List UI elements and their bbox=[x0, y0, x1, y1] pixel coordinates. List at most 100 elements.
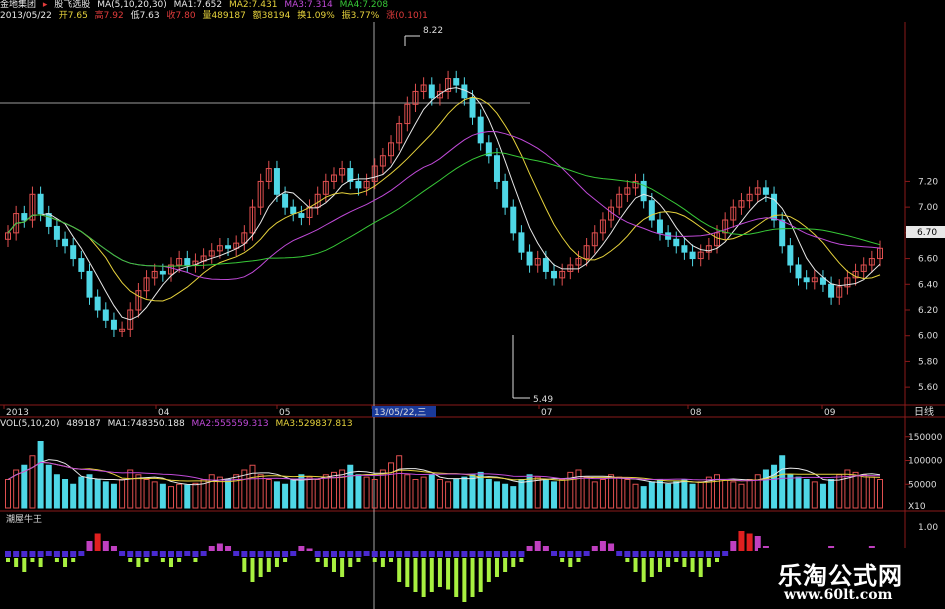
candle-body bbox=[102, 309, 109, 321]
volume-bar bbox=[127, 469, 134, 509]
indicator-bar-negative-top bbox=[127, 551, 134, 557]
volume-bar bbox=[681, 479, 688, 509]
indicator-bar-negative-top bbox=[445, 551, 452, 557]
volume-bar bbox=[860, 474, 867, 509]
indicator-bar-negative-top bbox=[379, 551, 386, 557]
volume-value: 489187 bbox=[66, 419, 101, 429]
candle-body bbox=[762, 187, 769, 195]
volume-bar bbox=[730, 481, 737, 509]
indicator-bar-negative-top bbox=[322, 551, 329, 557]
indicator-bar-negative-top bbox=[697, 551, 704, 557]
indicator-bar-negative-top bbox=[167, 551, 174, 557]
candle-body bbox=[225, 245, 232, 249]
volume-ma3: MA3:529837.813 bbox=[275, 419, 353, 429]
indicator-bar-negative bbox=[71, 558, 76, 562]
watermark-title: 乐淘公式网 bbox=[778, 562, 903, 590]
volume-bar bbox=[306, 476, 313, 509]
indicator-name[interactable]: 潮屋牛王 bbox=[6, 515, 42, 526]
candle-body bbox=[110, 319, 117, 330]
volume-tick-label: 150000 bbox=[908, 433, 943, 443]
volume-bar bbox=[485, 479, 492, 509]
time-tick-label: 2013 bbox=[6, 408, 29, 418]
volume-bar bbox=[176, 483, 183, 509]
volume-header: VOL(5,10,20) 489187 MA1:748350.188 MA2:5… bbox=[0, 419, 357, 430]
volume-bar bbox=[273, 481, 280, 509]
candle-body bbox=[86, 270, 93, 298]
candle-body bbox=[477, 116, 484, 144]
volume-bar bbox=[225, 479, 232, 509]
volume-bar bbox=[632, 483, 639, 509]
indicator-bar-negative-top bbox=[518, 551, 525, 557]
indicator-bar-negative bbox=[38, 558, 43, 567]
indicator-bar-negative-top bbox=[420, 551, 427, 557]
volume-bar bbox=[534, 476, 541, 509]
indicator-bar-negative bbox=[54, 558, 59, 562]
volume-bar bbox=[502, 483, 509, 509]
indicator-bar-positive bbox=[102, 541, 109, 551]
indicator-bar-negative bbox=[356, 558, 361, 562]
indicator-bar-negative-top bbox=[705, 551, 712, 557]
volume-bar bbox=[420, 476, 427, 509]
period-label[interactable]: 日线 bbox=[914, 405, 934, 418]
volume-bar bbox=[37, 441, 44, 509]
indicator-bar-positive bbox=[298, 546, 305, 551]
indicator-bar-negative-top bbox=[37, 551, 44, 557]
indicator-bar-negative bbox=[649, 558, 654, 577]
volume-bar bbox=[542, 479, 549, 509]
indicator-bar-negative-top bbox=[282, 551, 289, 557]
volume-bar bbox=[388, 462, 395, 509]
indicator-bar-negative bbox=[625, 558, 630, 562]
volume-bar bbox=[412, 479, 419, 509]
volume-bar bbox=[648, 481, 655, 509]
volume-bar bbox=[722, 479, 729, 509]
volume-bar bbox=[445, 481, 452, 509]
candle-body bbox=[21, 213, 28, 221]
volume-bar bbox=[102, 481, 109, 509]
indicator-bar-positive bbox=[526, 546, 533, 551]
volume-bar bbox=[575, 469, 582, 509]
indicator-bar-negative-top bbox=[330, 551, 337, 557]
indicator-bar-positive bbox=[730, 541, 737, 551]
indicator-bar-negative bbox=[641, 558, 646, 582]
volume-bar bbox=[599, 479, 606, 509]
volume-bar bbox=[94, 479, 101, 509]
indicator-bar-negative bbox=[323, 558, 328, 567]
volume-bar bbox=[396, 455, 403, 509]
candle-body bbox=[290, 206, 297, 215]
volume-y-axis: 150000 100000 50000 bbox=[905, 433, 943, 490]
volume-bar bbox=[428, 474, 435, 509]
volume-bar bbox=[868, 476, 875, 509]
indicator-bar-negative bbox=[503, 558, 508, 572]
indicator-bar-negative bbox=[405, 558, 410, 587]
indicator-bar-negative bbox=[706, 558, 711, 567]
indicator-bar-negative bbox=[674, 558, 679, 562]
candle-body bbox=[94, 296, 101, 311]
volume-bar bbox=[135, 474, 142, 509]
indicator-bar-negative bbox=[63, 558, 68, 567]
kline-chart[interactable]: 7.207.006.806.606.406.206.005.805.60 6.7… bbox=[0, 0, 945, 609]
indicator-bar-negative-top bbox=[461, 551, 468, 557]
volume-bars bbox=[5, 441, 883, 509]
indicator-bar-negative bbox=[144, 558, 149, 562]
indicator-bar-negative-top bbox=[485, 551, 492, 557]
volume-bar bbox=[828, 479, 835, 509]
candle-body bbox=[37, 193, 44, 215]
volume-bar bbox=[249, 464, 256, 509]
candle-body bbox=[787, 245, 794, 266]
volume-bar bbox=[192, 482, 199, 509]
price-tick-label: 7.20 bbox=[918, 177, 938, 187]
indicator-bar-negative-top bbox=[339, 551, 346, 557]
indicator-bar-negative bbox=[560, 558, 565, 562]
indicator-bar-positive bbox=[208, 546, 215, 551]
volume-bar bbox=[526, 474, 533, 509]
indicator-bar-negative-top bbox=[436, 551, 443, 557]
volume-bar bbox=[665, 483, 672, 509]
indicator-bar-negative-top bbox=[428, 551, 435, 557]
indicator-bar-negative-top bbox=[363, 551, 370, 556]
volume-bar bbox=[852, 471, 859, 509]
indicator-bar-positive bbox=[216, 543, 223, 551]
volume-bar bbox=[779, 455, 786, 509]
indicator-bar-negative-top bbox=[70, 551, 77, 557]
indicator-bar-negative-top bbox=[143, 551, 150, 557]
indicator-bar-positive bbox=[94, 533, 101, 551]
